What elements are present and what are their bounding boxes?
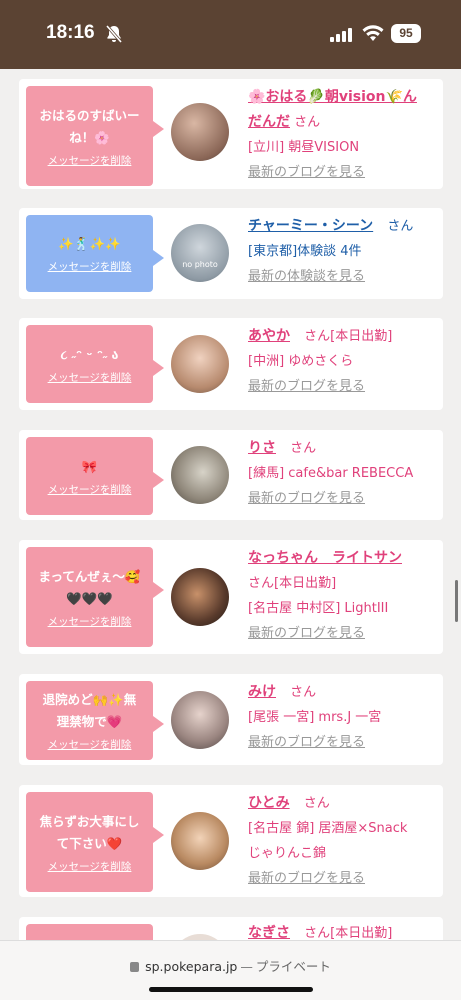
profile-info: 🌸おはる🥬朝vision🌾ん だんだ さん [立川] 朝昼VISION 最新のブロ…: [248, 85, 438, 185]
avatar[interactable]: [171, 335, 229, 393]
delete-message-link[interactable]: メッセージを削除: [48, 153, 132, 168]
delete-message-link[interactable]: メッセージを削除: [48, 614, 132, 629]
message-card: ૮ ˶ᵔ ᵕ ᵔ˶ ა メッセージを削除 あやか さん[本日出勤] [中洲] ゆ…: [19, 318, 443, 410]
wifi-icon: [362, 25, 384, 41]
avatar[interactable]: [171, 691, 229, 749]
browser-address-bar[interactable]: sp.pokepara.jp — プライベート: [0, 940, 461, 1000]
avatar[interactable]: [171, 812, 229, 870]
honorific: さん: [303, 796, 330, 811]
shop-location[interactable]: [練馬] cafe&bar REBECCA: [248, 466, 413, 481]
working-today-badge: [本日出勤]: [274, 576, 337, 591]
url-domain: sp.pokepara.jp: [145, 959, 238, 974]
lock-icon: [130, 962, 140, 972]
profile-name-link[interactable]: なぎさ: [248, 925, 290, 940]
shop-location[interactable]: [立川] 朝昼VISION: [248, 140, 359, 155]
message-card: おはるのすばいー ね！🌸 メッセージを削除 🌸おはる🥬朝vision🌾ん だんだ さ…: [19, 79, 443, 189]
message-text: 🎀: [81, 458, 98, 474]
message-bubble: ૮ ˶ᵔ ᵕ ᵔ˶ ა メッセージを削除: [26, 325, 164, 403]
delete-message-link[interactable]: メッセージを削除: [48, 370, 132, 385]
home-indicator[interactable]: [149, 987, 313, 992]
message-card: 🎀 メッセージを削除 りさ さん [練馬] cafe&bar REBECCA 最…: [19, 430, 443, 520]
message-text: 焦らずお大事にし て下さい❤️: [39, 813, 140, 851]
delete-message-link[interactable]: メッセージを削除: [48, 859, 132, 874]
profile-name-link[interactable]: 🌸おはる🥬朝vision🌾ん だんだ: [248, 89, 417, 130]
shop-location[interactable]: [尾張 一宮] mrs.J 一宮: [248, 710, 381, 725]
message-bubble: 🎀 メッセージを削除: [26, 437, 164, 515]
shop-location[interactable]: [名古屋 中村区] LightIII: [248, 601, 388, 616]
message-bubble: 退院めど🙌✨無 理禁物で💗 メッセージを削除: [26, 681, 164, 760]
latest-review-link[interactable]: 最新の体験談を見る: [248, 269, 365, 284]
profile-info: あやか さん[本日出勤] [中洲] ゆめさくら 最新のブログを見る: [248, 324, 438, 399]
delete-message-link[interactable]: メッセージを削除: [48, 737, 132, 752]
delete-message-link[interactable]: メッセージを削除: [48, 482, 132, 497]
honorific: さん: [387, 219, 414, 234]
message-card: まってんぜぇ〜🥰 🖤🖤🖤 メッセージを削除 なっちゃん ライトサン さん[本日出勤…: [19, 540, 443, 654]
profile-name-link[interactable]: りさ: [248, 440, 276, 456]
avatar[interactable]: [171, 103, 229, 161]
shop-location[interactable]: [東京都]体験談 4件: [248, 244, 362, 259]
profile-info: ひとみ さん [名古屋 錦] 居酒屋×Snack じゃりんこ錦 最新のブログを見…: [248, 791, 438, 891]
scrollbar[interactable]: [455, 580, 458, 622]
honorific: さん: [304, 329, 331, 344]
message-bubble: ✨🕺✨✨ メッセージを削除: [26, 215, 164, 292]
private-mode-label: プライベート: [255, 959, 331, 974]
profile-info: なっちゃん ライトサン さん[本日出勤] [名古屋 中村区] LightIII …: [248, 546, 438, 646]
profile-name-link[interactable]: チャーミー・シーン: [248, 218, 373, 234]
message-text: 退院めど🙌✨無 理禁物で💗: [42, 692, 137, 729]
avatar[interactable]: [171, 568, 229, 626]
delete-message-link[interactable]: メッセージを削除: [48, 259, 132, 274]
url-display[interactable]: sp.pokepara.jp — プライベート: [0, 956, 461, 975]
message-feed[interactable]: おはるのすばいー ね！🌸 メッセージを削除 🌸おはる🥬朝vision🌾ん だんだ さ…: [0, 69, 461, 940]
latest-blog-link[interactable]: 最新のブログを見る: [248, 871, 365, 886]
latest-blog-link[interactable]: 最新のブログを見る: [248, 379, 365, 394]
profile-info: りさ さん [練馬] cafe&bar REBECCA 最新のブログを見る: [248, 436, 438, 511]
profile-name-link[interactable]: なっちゃん ライトサン: [248, 550, 402, 566]
profile-name-link[interactable]: あやか: [248, 328, 290, 344]
status-time: 18:16: [46, 22, 95, 43]
silent-bell-icon: [105, 25, 123, 43]
avatar[interactable]: [171, 446, 229, 504]
latest-blog-link[interactable]: 最新のブログを見る: [248, 165, 365, 180]
status-bar: 18:16 95: [0, 0, 461, 69]
shop-location[interactable]: [中洲] ゆめさくら: [248, 354, 353, 369]
message-text: まってんぜぇ〜🥰 🖤🖤🖤: [38, 568, 141, 606]
cellular-signal-icon: [330, 27, 356, 42]
honorific: さん: [290, 685, 317, 700]
honorific: さん: [294, 115, 321, 130]
avatar-placeholder-text: no photo: [182, 260, 218, 269]
honorific: さん: [248, 576, 275, 591]
profile-info: みけ さん [尾張 一宮] mrs.J 一宮 最新のブログを見る: [248, 680, 438, 755]
profile-info: チャーミー・シーン さん [東京都]体験談 4件 最新の体験談を見る: [248, 214, 438, 289]
latest-blog-link[interactable]: 最新のブログを見る: [248, 735, 365, 750]
message-text: ✨🕺✨✨: [58, 236, 121, 251]
message-card: ✨🕺✨✨ メッセージを削除 no photo チャーミー・シーン さん [東京都…: [19, 208, 443, 299]
profile-info: なぎさ さん[本日出勤]: [248, 921, 438, 940]
message-card: 退院めど🙌✨無 理禁物で💗 メッセージを削除 みけ さん [尾張 一宮] mrs.…: [19, 674, 443, 765]
message-text: おはるのすばいー ね！🌸: [39, 107, 140, 145]
message-bubble: [26, 924, 153, 940]
honorific: さん: [304, 926, 331, 940]
message-bubble: 焦らずお大事にし て下さい❤️ メッセージを削除: [26, 792, 164, 892]
battery-indicator: 95: [391, 24, 421, 43]
message-card: 焦らずお大事にし て下さい❤️ メッセージを削除 ひとみ さん [名古屋 錦] 居…: [19, 785, 443, 897]
profile-name-link[interactable]: ひとみ: [248, 795, 290, 811]
message-text: ૮ ˶ᵔ ᵕ ᵔ˶ ა: [60, 346, 119, 362]
message-bubble: おはるのすばいー ね！🌸 メッセージを削除: [26, 86, 164, 186]
message-bubble: まってんぜぇ〜🥰 🖤🖤🖤 メッセージを削除: [26, 547, 164, 647]
avatar[interactable]: no photo: [171, 224, 229, 282]
working-today-badge: [本日出勤]: [330, 329, 393, 344]
working-today-badge: [本日出勤]: [330, 926, 393, 940]
profile-name-link[interactable]: みけ: [248, 684, 276, 700]
latest-blog-link[interactable]: 最新のブログを見る: [248, 626, 365, 641]
url-separator: —: [240, 959, 253, 974]
latest-blog-link[interactable]: 最新のブログを見る: [248, 491, 365, 506]
shop-name-continued[interactable]: じゃりんこ錦: [248, 846, 326, 861]
shop-location[interactable]: [名古屋 錦] 居酒屋×Snack: [248, 821, 407, 836]
message-card: なぎさ さん[本日出勤]: [19, 917, 443, 940]
honorific: さん: [290, 441, 317, 456]
